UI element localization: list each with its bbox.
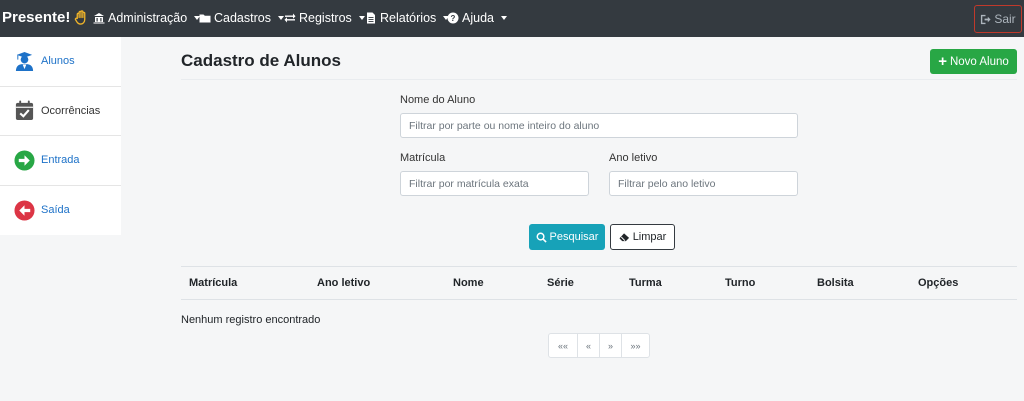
sidebar-item-alunos[interactable]: Alunos [0, 37, 121, 87]
matricula-filter-label: Matrícula [400, 152, 446, 164]
brand[interactable]: Presente! [2, 9, 88, 26]
menu-registros[interactable]: Registros [284, 11, 365, 25]
chevron-down-icon [358, 16, 365, 20]
ano-letivo-filter-input[interactable]: Filtrar pelo ano letivo [609, 171, 798, 196]
logout-button[interactable]: Sair [974, 5, 1022, 33]
hand-icon [75, 10, 86, 25]
search-button[interactable]: Pesquisar [529, 224, 605, 250]
folder-icon [199, 14, 211, 23]
sidebar-item-label: Entrada [41, 154, 80, 167]
name-filter-input[interactable]: Filtrar por parte ou nome inteiro do alu… [400, 113, 798, 138]
menu-registros-label: Registros [299, 11, 352, 25]
empty-message: Nenhum registro encontrado [181, 314, 321, 326]
eraser-icon [619, 233, 629, 242]
question-circle-icon: ? [447, 12, 459, 24]
divider [181, 79, 1017, 80]
menu-cadastros[interactable]: Cadastros [199, 11, 284, 25]
column-header-nome[interactable]: Nome [453, 277, 484, 289]
column-header-turma[interactable]: Turma [629, 277, 662, 289]
plus-icon: + [938, 53, 947, 70]
column-header-ano-letivo[interactable]: Ano letivo [317, 277, 370, 289]
arrow-left-circle-icon [14, 200, 35, 221]
pagination-next[interactable]: » [600, 334, 622, 357]
menu-cadastros-label: Cadastros [214, 11, 271, 25]
sidebar-item-saida[interactable]: Saída [0, 186, 121, 236]
logout-label: Sair [994, 12, 1016, 26]
sidebar-item-label: Alunos [41, 55, 75, 68]
sidebar-item-label: Saída [41, 204, 70, 217]
file-icon [367, 12, 375, 24]
column-header-serie[interactable]: Série [547, 277, 574, 289]
pagination-previous[interactable]: « [578, 334, 600, 357]
column-header-opcoes: Opções [918, 277, 959, 289]
search-icon [536, 232, 547, 243]
table-border [181, 299, 1017, 300]
arrow-right-circle-icon [14, 150, 35, 171]
page-title: Cadastro de Alunos [181, 51, 341, 70]
chevron-down-icon [500, 16, 507, 20]
menu-ajuda-label: Ajuda [462, 11, 494, 25]
sidebar-item-ocorrencias[interactable]: Ocorrências [0, 87, 121, 136]
sign-out-icon [981, 14, 991, 24]
brand-name: Presente! [2, 9, 71, 26]
pagination-first[interactable]: «« [549, 334, 578, 357]
menu-administracao-label: Administração [108, 11, 188, 25]
table-border [181, 266, 1017, 267]
new-student-label: Novo Aluno [949, 55, 1009, 68]
matricula-filter-input[interactable]: Filtrar por matrícula exata [400, 171, 589, 196]
menu-ajuda[interactable]: ? Ajuda [447, 11, 507, 25]
top-navbar: Presente! Administração Cadastros Regist… [0, 0, 1024, 37]
exchange-icon [284, 13, 296, 23]
column-header-matricula[interactable]: Matrícula [189, 277, 237, 289]
menu-relatorios-label: Relatórios [380, 11, 437, 25]
column-header-turno[interactable]: Turno [725, 277, 755, 289]
name-filter-label: Nome do Aluno [400, 94, 476, 106]
menu-relatorios[interactable]: Relatórios [365, 11, 450, 25]
pagination-last[interactable]: »» [622, 334, 649, 357]
svg-text:?: ? [451, 14, 456, 23]
menu-administracao[interactable]: Administração [93, 11, 201, 25]
pagination: «« « » »» [548, 333, 650, 358]
ano-letivo-filter-label: Ano letivo [609, 152, 658, 164]
sidebar-item-label: Ocorrências [41, 104, 101, 117]
clear-button[interactable]: Limpar [610, 224, 675, 250]
clear-label: Limpar [632, 231, 667, 243]
new-student-button[interactable]: + Novo Aluno [930, 49, 1017, 74]
building-icon [93, 13, 105, 24]
student-icon [15, 51, 34, 71]
search-label: Pesquisar [549, 231, 599, 243]
sidebar-item-entrada[interactable]: Entrada [0, 136, 121, 186]
column-header-bolsita[interactable]: Bolsita [817, 277, 854, 289]
sidebar: Alunos Ocorrências Entrada Saída [0, 37, 121, 235]
calendar-check-icon [15, 100, 34, 121]
